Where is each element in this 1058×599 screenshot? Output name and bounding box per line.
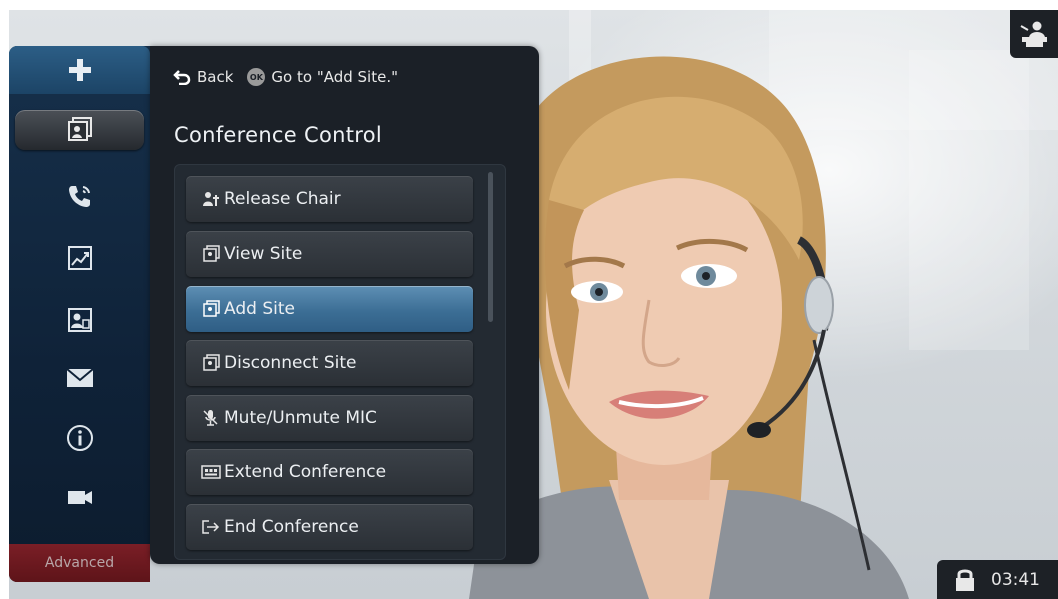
sidebar-item-info[interactable] [9, 412, 150, 464]
menu-item-disconnect-site[interactable]: Disconnect Site [186, 340, 473, 386]
end-conference-icon [200, 516, 222, 538]
extend-conference-icon [200, 461, 222, 483]
sidebar-item-messages[interactable] [9, 352, 150, 404]
sidebar: Advanced [9, 46, 150, 582]
sidebar-item-statistics[interactable] [9, 232, 150, 284]
menu-item-label: View Site [224, 244, 303, 264]
mail-icon [65, 368, 94, 387]
add-site-icon [200, 298, 222, 320]
menu-item-extend-conference[interactable]: Extend Conference [186, 449, 473, 495]
menu-item-label: Disconnect Site [224, 353, 357, 373]
sidebar-item-conference-control[interactable] [9, 104, 150, 156]
hint-text: Go to "Add Site." [271, 68, 398, 86]
video-conference-screen: Advanced Back OK Go to "Add Site." Confe… [0, 0, 1058, 599]
release-chair-icon [200, 188, 222, 210]
menu-item-label: Add Site [224, 299, 295, 319]
back-label[interactable]: Back [197, 68, 233, 86]
contacts-icon [67, 308, 92, 332]
menu-item-release-chair[interactable]: Release Chair [186, 176, 473, 222]
add-button[interactable] [9, 46, 150, 94]
menu-item-label: Release Chair [224, 189, 341, 209]
microphone-icon [200, 407, 222, 429]
plus-icon [68, 59, 91, 81]
phone-icon [68, 186, 90, 207]
menu-list: Release Chair View Site Add Site Disconn… [174, 164, 506, 560]
disconnect-site-icon [200, 352, 222, 374]
menu-item-label: Mute/Unmute MIC [224, 408, 377, 428]
advanced-button[interactable]: Advanced [9, 544, 150, 582]
lock-icon [956, 569, 974, 591]
sidebar-item-contacts[interactable] [9, 294, 150, 346]
menu-item-end-conference[interactable]: End Conference [186, 504, 473, 550]
conference-control-panel: Back OK Go to "Add Site." Conference Con… [150, 46, 539, 564]
view-site-icon [67, 117, 92, 141]
sidebar-item-camera[interactable] [9, 471, 150, 523]
camera-icon [67, 491, 92, 504]
presenter-button[interactable] [1010, 10, 1058, 58]
status-bar: 03:41 [937, 560, 1058, 599]
navigation-hint: Back OK Go to "Add Site." [173, 68, 398, 86]
back-arrow-icon [173, 70, 191, 85]
chart-icon [67, 246, 92, 270]
scrollbar[interactable] [488, 172, 493, 322]
menu-item-label: End Conference [224, 517, 359, 537]
menu-item-add-site[interactable]: Add Site [186, 286, 473, 332]
menu-item-view-site[interactable]: View Site [186, 231, 473, 277]
menu-item-label: Extend Conference [224, 462, 387, 482]
view-site-icon [200, 243, 222, 265]
sidebar-item-calls[interactable] [9, 170, 150, 222]
clock-time: 03:41 [991, 569, 1040, 590]
presenter-icon [1020, 21, 1047, 47]
ok-badge-icon: OK [247, 68, 266, 86]
info-icon [66, 425, 93, 451]
page-title: Conference Control [174, 123, 382, 147]
menu-item-mute-unmute-mic[interactable]: Mute/Unmute MIC [186, 395, 473, 441]
